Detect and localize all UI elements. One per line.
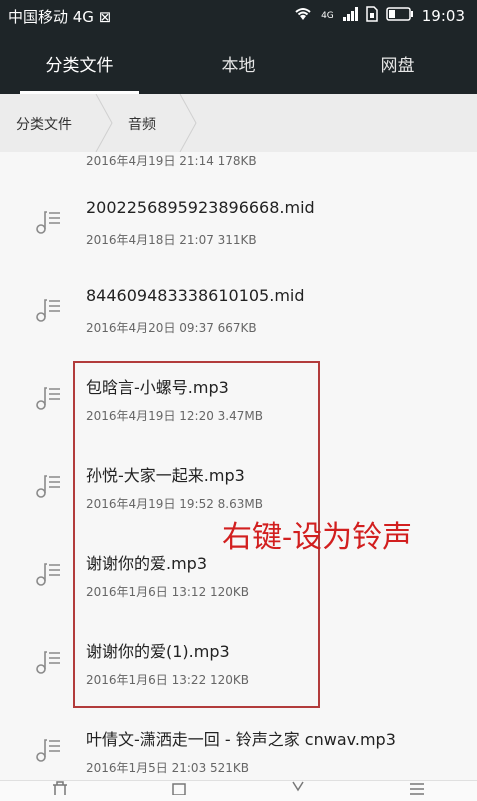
- audio-file-icon: [34, 561, 64, 587]
- file-name: 2002256895923896668.mid: [86, 198, 315, 217]
- breadcrumb-chevron-icon: [179, 94, 197, 152]
- list-item[interactable]: 谢谢你的爱(1).mp3 2016年1月6日 13:22 120KB: [0, 618, 477, 707]
- list-item[interactable]: 2016年4月19日 21:14 178KB: [0, 152, 477, 179]
- file-name: 谢谢你的爱(1).mp3: [86, 642, 230, 661]
- carrier-label: 中国移动 4G ⊠: [8, 8, 112, 26]
- audio-file-icon: [34, 649, 64, 675]
- file-meta: 2016年4月20日 09:37 667KB: [86, 321, 257, 335]
- sim-icon: [366, 6, 378, 26]
- breadcrumb: 分类文件 音频: [0, 94, 477, 153]
- file-list[interactable]: 2016年4月19日 21:14 178KB 20022568959238966…: [0, 152, 477, 780]
- bottom-toolbar: [0, 780, 477, 801]
- file-meta: 2016年1月6日 13:12 120KB: [86, 585, 250, 599]
- audio-file-icon: [34, 209, 64, 235]
- file-name: 谢谢你的爱.mp3: [86, 554, 208, 573]
- file-name: 孙悦-大家一起来.mp3: [86, 466, 245, 485]
- list-item[interactable]: 包晗言-小螺号.mp3 2016年4月19日 12:20 3.47MB: [0, 354, 477, 443]
- clock-label: 19:03: [421, 7, 465, 25]
- audio-file-icon: [34, 473, 64, 499]
- file-meta: 2016年4月18日 21:07 311KB: [86, 233, 257, 247]
- breadcrumb-item-category-files[interactable]: 分类文件: [16, 114, 72, 134]
- status-bar: 中国移动 4G ⊠ 4G 19:03: [0, 0, 477, 32]
- menu-icon[interactable]: [406, 781, 428, 798]
- list-item[interactable]: 844609483338610105.mid 2016年4月20日 09:37 …: [0, 266, 477, 355]
- wifi-icon: [293, 6, 313, 26]
- annotation-text: 右键-设为铃声: [222, 520, 413, 555]
- tab-label: 网盘: [380, 55, 415, 76]
- battery-icon: [386, 7, 414, 25]
- audio-file-icon: [34, 737, 64, 763]
- signal-icon: [342, 6, 358, 26]
- file-name: 叶倩文-潇洒走一回 - 铃声之家 cnwav.mp3: [86, 730, 396, 749]
- file-meta: 2016年4月19日 19:52 8.63MB: [86, 497, 263, 511]
- file-name: 844609483338610105.mid: [86, 286, 305, 305]
- file-name: 包晗言-小螺号.mp3: [86, 378, 229, 397]
- status-icons: 4G 19:03: [293, 6, 465, 26]
- tab-bar: 分类文件 本地 网盘: [0, 32, 477, 94]
- file-meta: 2016年1月5日 21:03 521KB: [86, 761, 250, 775]
- network-type-label: 4G: [321, 11, 334, 21]
- tab-category-files[interactable]: 分类文件: [0, 32, 159, 94]
- tab-label: 本地: [221, 55, 256, 76]
- copy-icon[interactable]: [168, 781, 190, 798]
- list-item[interactable]: 2002256895923896668.mid 2016年4月18日 21:07…: [0, 178, 477, 267]
- audio-file-icon: [34, 297, 64, 323]
- tab-local[interactable]: 本地: [159, 32, 318, 94]
- delete-icon[interactable]: [49, 781, 71, 798]
- list-item[interactable]: 叶倩文-潇洒走一回 - 铃声之家 cnwav.mp3 2016年1月5日 21:…: [0, 706, 477, 780]
- file-meta: 2016年4月19日 12:20 3.47MB: [86, 409, 263, 423]
- breadcrumb-item-audio[interactable]: 音频: [128, 114, 156, 134]
- tab-cloud-drive[interactable]: 网盘: [318, 32, 477, 94]
- file-meta: 2016年4月19日 21:14 178KB: [86, 154, 257, 168]
- breadcrumb-chevron-icon: [95, 94, 113, 152]
- file-meta: 2016年1月6日 13:22 120KB: [86, 673, 250, 687]
- tab-label: 分类文件: [45, 55, 114, 76]
- cut-icon[interactable]: [287, 781, 309, 798]
- audio-file-icon: [34, 385, 64, 411]
